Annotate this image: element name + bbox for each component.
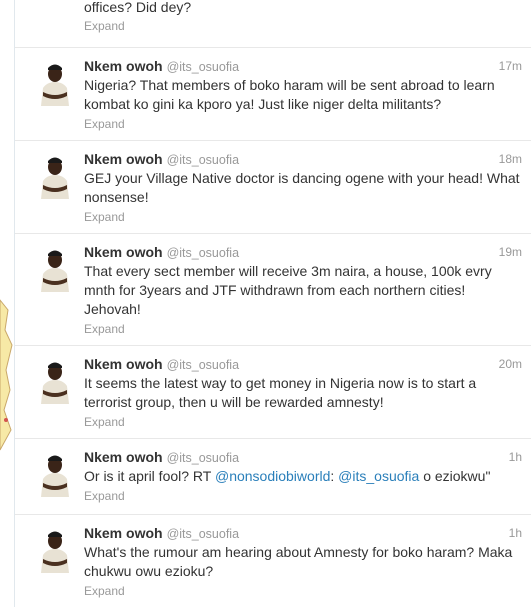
avatar-image — [31, 356, 79, 404]
tweet-item[interactable]: Nkem owoh @its_osuofia 17m Nigeria? That … — [15, 48, 531, 141]
tweet-timestamp[interactable]: 19m — [499, 243, 522, 261]
tweet-header: Nkem owoh @its_osuofia 19m — [84, 243, 524, 261]
expand-link[interactable]: Expand — [84, 117, 524, 132]
tweet-text-part: o eziokwu" — [419, 468, 491, 484]
tweet-text: Or is it april fool? RT @nonsodiobiworld… — [84, 467, 524, 486]
tweet-timestamp[interactable]: 18m — [499, 150, 522, 168]
tweet-timestamp[interactable]: 17m — [499, 57, 522, 75]
avatar-image — [31, 525, 79, 573]
tweet-timestamp[interactable]: 1h — [509, 448, 522, 466]
page-background-strip — [0, 0, 14, 607]
tweet-header: Nkem owoh @its_osuofia 20m — [84, 355, 524, 373]
screen-name[interactable]: @its_osuofia — [167, 246, 239, 260]
tweet-content: Nkem owoh @its_osuofia 1h What's the rumo… — [84, 524, 524, 599]
tweet-content: Nkem owoh @its_osuofia 17m Nigeria? That … — [84, 57, 524, 132]
tweet-partial[interactable]: offices? Did dey? Expand — [15, 0, 531, 48]
screen-name[interactable]: @its_osuofia — [167, 527, 239, 541]
tweet-header: Nkem owoh @its_osuofia 17m — [84, 57, 524, 75]
expand-link[interactable]: Expand — [84, 19, 524, 34]
tweet-timeline: offices? Did dey? Expand Nkem owoh @its_o… — [14, 0, 531, 607]
tweet-content: Nkem owoh @its_osuofia 19m That every sec… — [84, 243, 524, 337]
avatar[interactable] — [31, 525, 79, 573]
avatar[interactable] — [31, 58, 79, 106]
background-map-fragment — [0, 299, 13, 451]
avatar-image — [31, 151, 79, 199]
tweet-text: offices? Did dey? — [84, 0, 192, 15]
tweet-header: Nkem owoh @its_osuofia 18m — [84, 150, 524, 168]
tweet-text: What's the rumour am hearing about Amnes… — [84, 544, 513, 579]
user-name[interactable]: Nkem owoh — [84, 356, 163, 372]
tweet-header: Nkem owoh @its_osuofia 1h — [84, 524, 524, 542]
tweet-text-part: : — [330, 468, 339, 484]
screen-name[interactable]: @its_osuofia — [167, 358, 239, 372]
tweet-text: GEJ your Village Native doctor is dancin… — [84, 170, 520, 205]
tweet-header: Nkem owoh @its_osuofia 1h — [84, 448, 524, 466]
user-name[interactable]: Nkem owoh — [84, 525, 163, 541]
expand-link[interactable]: Expand — [84, 210, 524, 225]
user-name[interactable]: Nkem owoh — [84, 244, 163, 260]
screen-name[interactable]: @its_osuofia — [167, 451, 239, 465]
expand-link[interactable]: Expand — [84, 584, 524, 599]
expand-link[interactable]: Expand — [84, 322, 524, 337]
user-name[interactable]: Nkem owoh — [84, 151, 163, 167]
tweet-timestamp[interactable]: 1h — [509, 524, 522, 542]
avatar-image — [31, 58, 79, 106]
tweet-text: It seems the latest way to get money in … — [84, 375, 477, 410]
tweet-content: Nkem owoh @its_osuofia 20m It seems the l… — [84, 355, 524, 430]
tweet-text: That every sect member will receive 3m n… — [84, 263, 492, 317]
mention-link[interactable]: @its_osuofia — [338, 468, 419, 484]
avatar[interactable] — [31, 244, 79, 292]
tweet-item[interactable]: Nkem owoh @its_osuofia 1h Or is it april … — [15, 439, 531, 515]
avatar[interactable] — [31, 151, 79, 199]
expand-link[interactable]: Expand — [84, 489, 524, 504]
tweet-item[interactable]: Nkem owoh @its_osuofia 18m GEJ your Villa… — [15, 141, 531, 234]
screen-name[interactable]: @its_osuofia — [167, 60, 239, 74]
avatar[interactable] — [31, 449, 79, 497]
tweet-content: offices? Did dey? Expand — [84, 0, 524, 34]
tweet-item[interactable]: Nkem owoh @its_osuofia 1h What's the rumo… — [15, 515, 531, 608]
tweet-content: Nkem owoh @its_osuofia 1h Or is it april … — [84, 448, 524, 504]
user-name[interactable]: Nkem owoh — [84, 449, 163, 465]
avatar[interactable] — [31, 356, 79, 404]
tweet-text-part: Or is it april fool? RT — [84, 468, 215, 484]
tweet-item[interactable]: Nkem owoh @its_osuofia 19m That every sec… — [15, 234, 531, 346]
screen-name[interactable]: @its_osuofia — [167, 153, 239, 167]
expand-link[interactable]: Expand — [84, 415, 524, 430]
user-name[interactable]: Nkem owoh — [84, 58, 163, 74]
tweet-content: Nkem owoh @its_osuofia 18m GEJ your Villa… — [84, 150, 524, 225]
tweet-item[interactable]: Nkem owoh @its_osuofia 20m It seems the l… — [15, 346, 531, 439]
tweet-text: Nigeria? That members of boko haram will… — [84, 77, 495, 112]
avatar-image — [31, 449, 79, 497]
mention-link[interactable]: @nonsodiobiworld — [215, 468, 330, 484]
tweet-timestamp[interactable]: 20m — [499, 355, 522, 373]
avatar-image — [31, 244, 79, 292]
